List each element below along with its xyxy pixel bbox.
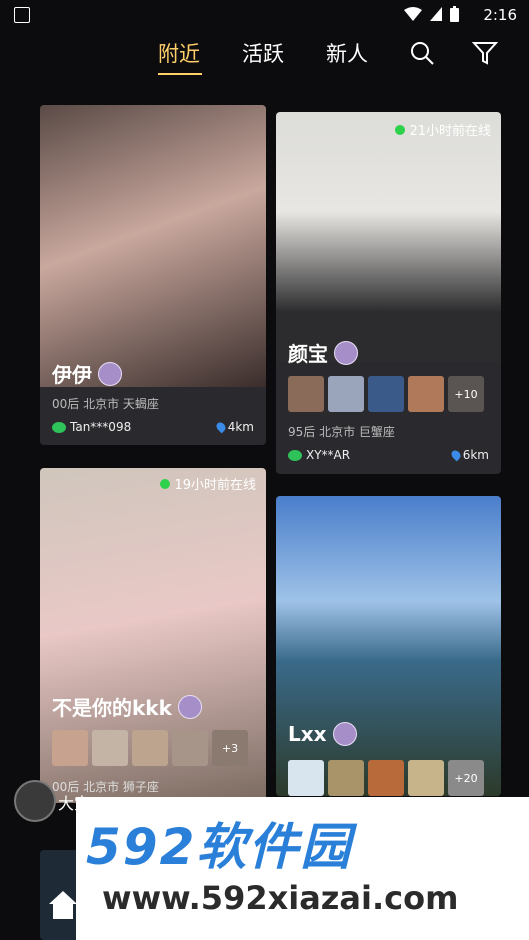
online-text: 19小时前在线: [174, 478, 256, 493]
thumbnail[interactable]: [328, 760, 364, 796]
home-icon[interactable]: [46, 888, 80, 922]
signal-icon: [430, 7, 442, 21]
more-photos-count[interactable]: +3: [212, 730, 248, 766]
thumbnail[interactable]: [408, 376, 444, 412]
profile-photo: [276, 112, 501, 362]
profile-name: Lxx: [288, 722, 357, 746]
profile-photo: [40, 105, 266, 387]
active-tab-indicator: [158, 73, 202, 75]
location-pin-icon: [214, 420, 228, 434]
thumbnail[interactable]: [408, 760, 444, 796]
thumbnail[interactable]: [288, 376, 324, 412]
thumbnail[interactable]: [132, 730, 168, 766]
floating-avatar[interactable]: [14, 780, 56, 822]
wechat-text: XY**AR: [306, 448, 351, 462]
profile-name-text: Lxx: [288, 722, 327, 746]
watermark-url: www.592xiazai.com: [102, 879, 459, 917]
online-dot-icon: [160, 478, 171, 489]
distance-text: 4km: [227, 420, 254, 434]
wechat-id: XY**AR: [288, 448, 350, 462]
thumbnail[interactable]: [288, 760, 324, 796]
wifi-icon: [404, 7, 422, 21]
wechat-text: Tan***098: [70, 420, 132, 434]
crown-badge-icon: [334, 340, 358, 365]
profile-photo: [276, 496, 501, 796]
filter-icon[interactable]: [472, 40, 498, 66]
crown-badge-icon: [98, 361, 122, 386]
thumbnail[interactable]: [368, 760, 404, 796]
profile-meta: 95后 北京市 巨蟹座: [288, 425, 395, 439]
more-photos-count[interactable]: +20: [448, 760, 484, 796]
watermark-banner: 592软件园 www.592xiazai.com: [76, 797, 529, 940]
crown-badge-icon: [177, 694, 202, 719]
online-status: 21小时前在线: [395, 120, 491, 139]
distance: 6km: [449, 448, 489, 462]
thumbnail[interactable]: [172, 730, 208, 766]
watermark-brand: 592软件园: [86, 818, 353, 876]
wechat-icon: [288, 449, 302, 461]
profile-name-text: 颜宝: [288, 342, 328, 366]
online-dot-icon: [395, 124, 406, 135]
battery-icon: [450, 6, 459, 22]
thumbnail[interactable]: [52, 730, 88, 766]
tab-new[interactable]: 新人: [326, 38, 368, 68]
profile-card-3[interactable]: 19小时前在线 不是你的kkk +3 00后 北京市 狮子座: [40, 468, 266, 803]
online-text: 21小时前在线: [409, 124, 491, 139]
crown-badge-icon: [332, 722, 357, 746]
status-bar: 2:16: [0, 0, 529, 30]
status-time: 2:16: [483, 6, 517, 24]
status-icons: [404, 6, 459, 22]
search-icon[interactable]: [409, 40, 435, 66]
profile-card-2[interactable]: 21小时前在线 颜宝 +10 95后 北京市 巨蟹座 XY**AR 6km: [276, 112, 501, 474]
profile-card-1[interactable]: 伊伊 00后 北京市 天蝎座 Tan***098 4km: [40, 105, 266, 445]
tab-active[interactable]: 活跃: [242, 38, 284, 68]
photo-thumbnails: +20: [288, 760, 484, 796]
photo-thumbnails: +10: [288, 376, 484, 412]
thumbnail[interactable]: [368, 376, 404, 412]
profile-name-text: 伊伊: [52, 363, 92, 387]
profile-name: 伊伊: [52, 359, 122, 388]
profile-name: 颜宝: [288, 338, 358, 367]
online-status: 19小时前在线: [160, 474, 256, 493]
thumbnail[interactable]: [92, 730, 128, 766]
location-pin-icon: [449, 448, 463, 462]
profile-meta: 00后 北京市 天蝎座: [52, 397, 159, 411]
thumbnail[interactable]: [328, 376, 364, 412]
more-photos-count[interactable]: +10: [448, 376, 484, 412]
distance-text: 6km: [462, 448, 489, 462]
profile-card-4[interactable]: Lxx +20: [276, 496, 501, 796]
wechat-id: Tan***098: [52, 420, 131, 434]
distance: 4km: [214, 420, 254, 434]
photo-thumbnails: +3: [52, 730, 248, 766]
tab-nearby[interactable]: 附近: [158, 38, 200, 68]
profile-name: 不是你的kkk: [52, 692, 202, 721]
app-notification-icon: [14, 7, 30, 23]
profile-name-text: 不是你的kkk: [52, 696, 172, 720]
top-navigation: 附近 活跃 新人: [0, 38, 529, 78]
wechat-icon: [52, 421, 66, 433]
